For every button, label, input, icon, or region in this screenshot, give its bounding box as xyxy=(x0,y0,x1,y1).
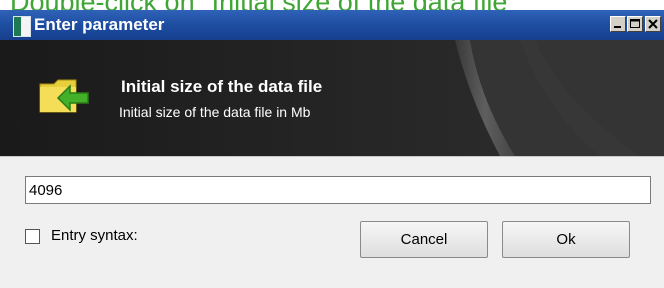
ok-button[interactable]: Ok xyxy=(502,221,630,258)
dialog-window: Enter parameter Initial size of the data… xyxy=(0,10,664,288)
header-subtitle: Initial size of the data file in Mb xyxy=(119,104,311,120)
maximize-icon xyxy=(630,19,640,28)
header-decoration xyxy=(0,40,664,156)
parameter-value-input[interactable] xyxy=(25,176,651,204)
window-title: Enter parameter xyxy=(34,15,165,34)
maximize-button[interactable] xyxy=(627,16,643,32)
folder-arrow-icon xyxy=(39,79,89,113)
close-button[interactable] xyxy=(645,16,661,32)
cancel-button[interactable]: Cancel xyxy=(360,221,488,258)
divider xyxy=(0,156,664,157)
close-icon xyxy=(648,19,658,29)
app-icon xyxy=(13,16,31,37)
dialog-header: Initial size of the data file Initial si… xyxy=(0,40,664,156)
title-bar[interactable]: Enter parameter xyxy=(0,10,664,40)
minimize-button[interactable] xyxy=(610,16,626,32)
minimize-icon xyxy=(614,26,621,28)
entry-syntax-checkbox[interactable] xyxy=(25,229,40,244)
entry-syntax-label: Entry syntax: xyxy=(51,227,138,244)
header-title: Initial size of the data file xyxy=(121,77,323,96)
